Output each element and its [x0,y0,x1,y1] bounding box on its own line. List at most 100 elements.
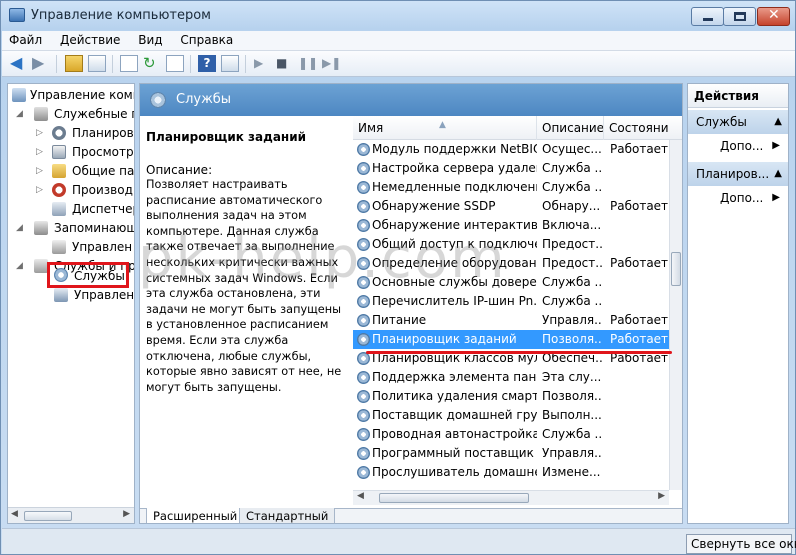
start-service-icon[interactable]: ▶ [254,55,272,72]
toolbar-separator [56,55,57,73]
properties-icon[interactable] [120,55,138,72]
service-row[interactable]: Поставщик домашней гру... Выполн... [353,406,669,425]
submenu-arrow-icon: ▶ [772,192,780,203]
pause-service-icon[interactable]: ❚❚ [298,55,318,72]
forward-arrow-icon[interactable]: ▶ [32,55,50,72]
action-more-services[interactable]: Допо... ▶ [688,134,788,158]
service-row[interactable]: Обнаружение SSDP Обнару... Работает [353,197,669,216]
service-state: Работает [610,142,668,156]
service-gear-icon [357,295,370,308]
service-description: Предост... [542,237,602,251]
expand-triangle-icon[interactable]: ▷ [36,181,43,199]
services-apps-icon [34,259,48,273]
event-viewer-icon [52,145,66,159]
back-arrow-icon[interactable]: ◀ [10,55,28,72]
column-name-header[interactable]: ▲ Имя [353,116,537,140]
service-row[interactable]: Перечислитель IP-шин Pn... Служба ... [353,292,669,311]
services-gear-icon [150,92,166,108]
help-icon[interactable]: ? [198,55,216,72]
service-gear-icon [357,314,370,327]
storage-icon [34,221,48,235]
service-row[interactable]: Питание Управля... Работает [353,311,669,330]
action-more-scheduler[interactable]: Допо... ▶ [688,186,788,210]
expand-triangle-icon[interactable]: ▷ [36,124,43,142]
tree-horizontal-scrollbar[interactable]: ◀ ▶ [8,507,134,523]
service-row[interactable]: Прослушиватель домашне... Измене... [353,463,669,482]
close-button[interactable]: ✕ [757,7,790,26]
service-description: Осущес... [542,142,602,156]
tab-standard[interactable]: Стандартный [239,508,336,523]
service-state: Работает [610,199,668,213]
collapse-up-icon[interactable]: ▲ [774,110,782,134]
wmi-icon [54,288,68,302]
scroll-left-icon[interactable]: ◀ [357,491,364,501]
minimize-button[interactable] [691,7,724,26]
service-name: Немедленные подключени... [372,180,537,194]
service-row[interactable]: Модуль поддержки NetBIO... Осущес... Работ… [353,140,669,159]
menu-action[interactable]: Действие [53,31,127,47]
service-description: Управля... [542,446,602,460]
service-row[interactable]: Поддержка элемента пане... Эта слу... [353,368,669,387]
up-folder-icon[interactable] [65,55,83,72]
shared-folder-icon [52,164,66,178]
service-row[interactable]: Планировщик заданий Позволя... Работает [353,330,669,349]
collapse-triangle-icon[interactable]: ◢ [16,257,23,275]
toolbar-separator [112,55,113,73]
scroll-right-icon[interactable]: ▶ [123,509,130,519]
list-vertical-scrollbar[interactable] [669,140,682,490]
service-row[interactable]: Политика удаления смарт-... Позволя... [353,387,669,406]
service-name: Поддержка элемента пане... [372,370,537,384]
maximize-button[interactable] [723,7,756,26]
watermark: pk-help.com [138,226,507,291]
service-name: Планировщик заданий [372,332,517,346]
service-state: Работает [610,332,668,346]
menu-help[interactable]: Справка [173,31,240,47]
window-title: Управление компьютером [31,8,211,23]
menu-file[interactable]: Файл [2,31,49,47]
service-row[interactable]: Немедленные подключени... Служба ... [353,178,669,197]
scroll-left-icon[interactable]: ◀ [11,509,18,519]
service-row[interactable]: Программный поставщик ... Управля... [353,444,669,463]
scrollbar-thumb[interactable] [379,493,529,503]
submenu-arrow-icon: ▶ [772,140,780,151]
service-gear-icon [357,143,370,156]
list-horizontal-scrollbar[interactable]: ◀ ▶ [353,490,669,505]
collapse-all-windows-tooltip[interactable]: Свернуть все окна [686,534,796,554]
collapse-up-icon[interactable]: ▲ [774,162,782,186]
service-name: Поставщик домашней гру... [372,408,537,422]
scroll-right-icon[interactable]: ▶ [658,491,665,501]
scrollbar-thumb[interactable] [671,252,681,286]
collapse-triangle-icon[interactable]: ◢ [16,219,23,237]
service-gear-icon [357,333,370,346]
refresh-icon[interactable]: ↻ [143,55,161,72]
service-description: Служба ... [542,294,602,308]
description-pane: Планировщик заданий Описание: Позволяет … [140,116,353,508]
scrollbar-thumb[interactable] [24,511,72,521]
title-bar[interactable]: Управление компьютером ✕ [1,1,795,31]
menu-view[interactable]: Вид [131,31,169,47]
device-manager-icon [52,202,66,216]
actions-group-task-scheduler[interactable]: Планиров... ▲ [688,162,788,186]
scheduler-underline [366,351,672,354]
expand-triangle-icon[interactable]: ▷ [36,162,43,180]
column-description-header[interactable]: Описание [537,116,604,140]
service-row[interactable]: Проводная автонастройка Служба ... [353,425,669,444]
services-pane: Службы Планировщик заданий Описание: Поз… [139,83,683,524]
expand-triangle-icon[interactable]: ▷ [36,143,43,161]
minimize-icon [703,18,713,21]
tab-extended[interactable]: Расширенный [146,508,245,523]
action-pane-icon[interactable] [221,55,239,72]
service-description: Позволя... [542,389,602,403]
services-title: Службы [176,92,232,107]
restart-service-icon[interactable]: ▶❚ [322,55,341,72]
performance-icon [52,183,66,197]
show-hide-tree-icon[interactable] [88,55,106,72]
export-list-icon[interactable] [166,55,184,72]
column-state-header[interactable]: Состояни [604,116,682,140]
stop-service-icon[interactable]: ■ [276,55,294,72]
service-description: Служба ... [542,275,602,289]
service-name: Настройка сервера удален... [372,161,537,175]
collapse-triangle-icon[interactable]: ◢ [16,105,23,123]
actions-group-services[interactable]: Службы ▲ [688,110,788,134]
service-row[interactable]: Настройка сервера удален... Служба ... [353,159,669,178]
